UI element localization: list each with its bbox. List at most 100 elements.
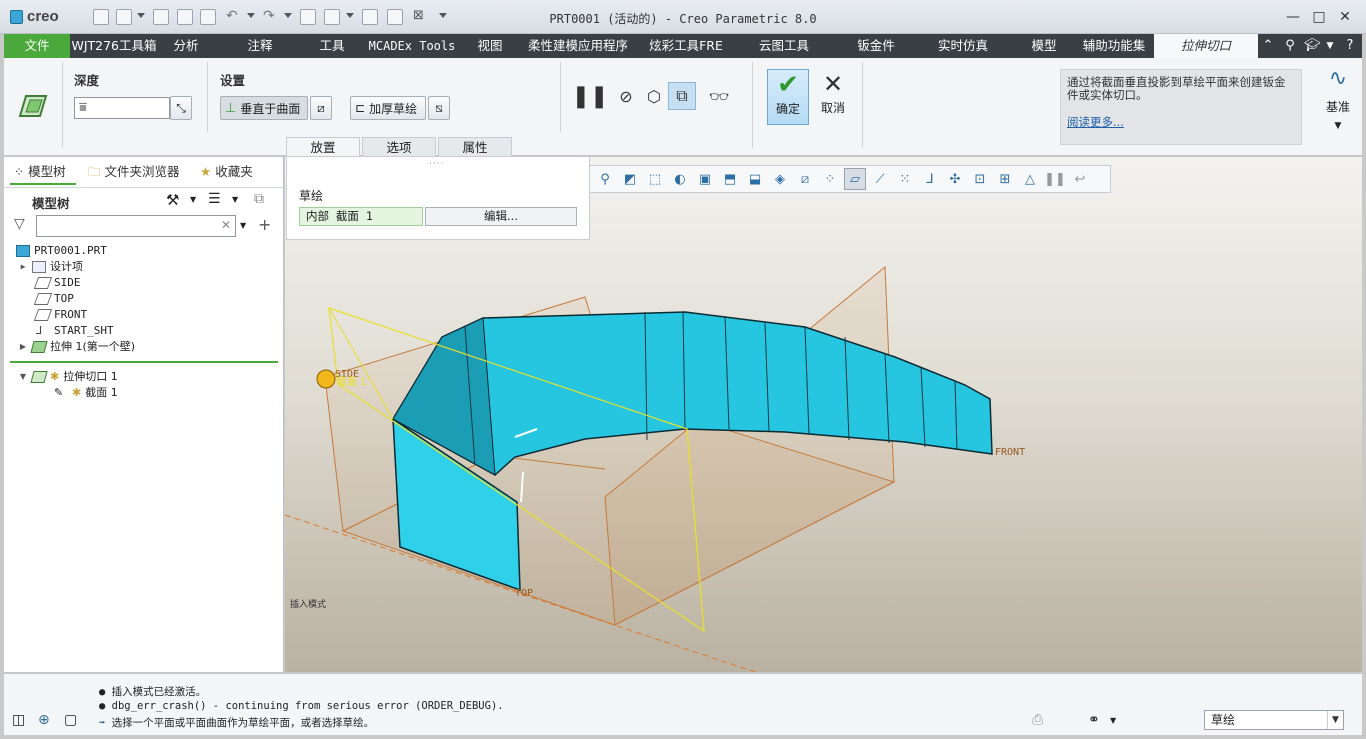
tab-flexible-modeling[interactable]: 柔性建模应用程序 — [522, 34, 634, 58]
tree-item-front[interactable]: FRONT — [33, 307, 87, 323]
expand-icon[interactable]: ▶ — [18, 339, 28, 355]
tree-item-part[interactable]: PRT0001.PRT — [16, 243, 107, 259]
named-views-icon[interactable]: ⬒ — [719, 168, 741, 190]
tree-item-section-1[interactable]: ✎ ✱ 截面 1 — [54, 385, 118, 401]
browser-icon[interactable]: ⊕ — [38, 712, 50, 728]
hat-dropdown-icon[interactable]: ▼ — [1322, 38, 1338, 54]
annotation-display-icon[interactable]: ⊡ — [969, 168, 991, 190]
subtab-placement[interactable]: 放置 — [286, 137, 360, 156]
tab-cloud-tools[interactable]: 云图工具 — [754, 34, 814, 58]
settings-hammer-icon[interactable]: ⚒ — [166, 191, 179, 209]
tab-model[interactable]: 模型 — [1024, 34, 1064, 58]
perspective-icon[interactable]: ▣ — [694, 168, 716, 190]
front-plane-label[interactable]: FRONT — [995, 447, 1025, 458]
find-binoculars-icon[interactable]: ⚭ — [1088, 712, 1100, 728]
depth-type-icon[interactable]: ⩸ — [79, 100, 87, 115]
saved-orientations-icon[interactable]: ⬚ — [644, 168, 666, 190]
warning-icon[interactable]: △ — [1019, 168, 1041, 190]
datum-display-icon[interactable]: ⁘ — [819, 168, 841, 190]
tab-file[interactable]: 文件 — [4, 34, 70, 58]
tree-item-start-csys[interactable]: ⅃ START_SHT — [36, 323, 114, 339]
tab-accessibility[interactable]: 辅助功能集 — [1076, 34, 1152, 58]
axis-display-icon[interactable]: ⟋ — [869, 168, 891, 190]
tree-item-top[interactable]: TOP — [33, 291, 74, 307]
tab-analysis[interactable]: 分析 — [164, 34, 208, 58]
search-icon[interactable]: ⚲ — [1282, 38, 1298, 54]
thicken-sketch-button[interactable]: ⊏ 加厚草绘 — [350, 96, 426, 120]
tab-tools[interactable]: 工具 — [310, 34, 354, 58]
tab-colorful-tools[interactable]: 炫彩工具FRE — [644, 34, 728, 58]
point-display-icon[interactable]: ⁙ — [894, 168, 916, 190]
pause-icon[interactable]: ❚❚ — [572, 84, 609, 109]
tree-item-extrude-cut-1[interactable]: ▼ ✱ 拉伸切口 1 — [18, 369, 118, 385]
section-label[interactable]: 截面 1 — [337, 373, 367, 388]
tab-wjt276[interactable]: WJT276工具箱 — [70, 34, 158, 58]
panel-grip[interactable]: ···· — [429, 159, 444, 169]
display-style-icon[interactable]: ◐ — [669, 168, 691, 190]
edit-sketch-button[interactable]: 编辑... — [425, 207, 577, 226]
thicken-flip-button[interactable]: ⧅ — [428, 96, 450, 120]
plane-display-icon[interactable]: ▱ — [844, 168, 866, 190]
subtab-options[interactable]: 选项 — [362, 137, 436, 156]
tab-view[interactable]: 视图 — [468, 34, 512, 58]
tab-mcadex[interactable]: MCADEx Tools — [366, 34, 458, 58]
tree-item-side[interactable]: SIDE — [33, 275, 81, 291]
toggle-navigator-icon[interactable]: ◫ — [12, 712, 25, 728]
datum-button[interactable]: ∿ 基准 ▼ — [1320, 66, 1356, 131]
clear-search-icon[interactable]: ✕ — [221, 218, 231, 232]
read-more-link[interactable]: 阅读更多... — [1067, 116, 1295, 129]
tree-filter-icon[interactable]: ⧉ — [254, 191, 264, 207]
insert-indicator[interactable] — [10, 361, 278, 363]
refit-icon[interactable]: ◩ — [619, 168, 641, 190]
tab-extrude-cut[interactable]: 拉伸切口 — [1154, 34, 1258, 58]
close-icon[interactable]: ✕ — [1335, 8, 1355, 26]
chevron-down-icon[interactable]: ▼ — [1327, 711, 1343, 729]
tree-item-extrude-1[interactable]: ▶ 拉伸 1(第一个壁) — [18, 339, 135, 355]
spin-center-icon[interactable]: ✣ — [944, 168, 966, 190]
verify-glasses-icon[interactable]: 👓︎ — [704, 84, 734, 108]
maximize-icon[interactable]: □ — [1309, 8, 1329, 26]
help-icon[interactable]: ? — [1342, 38, 1358, 54]
tree-search-input[interactable]: ✕ — [36, 215, 236, 237]
tree-item-design-items[interactable]: ▶ 设计项 — [18, 259, 83, 275]
show-list-icon[interactable]: ☰ — [208, 191, 221, 207]
minimize-icon[interactable]: — — [1283, 8, 1303, 26]
hat-icon[interactable]: 🎓︎ — [1304, 38, 1321, 54]
find-dropdown-icon[interactable]: ▼ — [1110, 716, 1116, 725]
subtab-properties[interactable]: 属性 — [438, 137, 512, 156]
add-filter-icon[interactable]: + — [258, 215, 271, 234]
fullscreen-icon[interactable]: ▢ — [64, 712, 77, 728]
view-manager-icon[interactable]: ⬓ — [744, 168, 766, 190]
tab-folder-browser[interactable]: 🗀︎ 文件夹浏览器 — [88, 161, 180, 183]
perpendicular-to-surface-button[interactable]: ⊥ 垂直于曲面 — [220, 96, 308, 120]
regen-status-icon[interactable]: ⎙ — [1032, 712, 1043, 728]
sketch-view-icon[interactable]: ⊞ — [994, 168, 1016, 190]
redraw-icon[interactable]: ↩ — [1069, 168, 1091, 190]
section-view-icon[interactable]: ⧄ — [794, 168, 816, 190]
tab-favorites[interactable]: ★ 收藏夹 — [200, 161, 253, 183]
depth-value-field[interactable]: ⩸ — [74, 97, 170, 119]
pause-regen-icon[interactable]: ❚❚ — [1044, 168, 1066, 190]
ok-button[interactable]: ✔ 确定 — [767, 69, 809, 125]
tab-realtime-sim[interactable]: 实时仿真 — [932, 34, 994, 58]
flip-depth-button[interactable]: ⤡ — [170, 96, 192, 120]
perpendicular-option-button[interactable]: ⧄ — [310, 96, 332, 120]
collapse-ribbon-icon[interactable]: ⌃ — [1260, 38, 1276, 54]
tab-annotate[interactable]: 注释 — [238, 34, 282, 58]
search-dropdown-icon[interactable]: ▼ — [240, 221, 246, 230]
no-preview-icon[interactable]: ⊘ — [614, 84, 638, 108]
top-plane-label[interactable]: TOP — [515, 588, 533, 599]
cancel-button[interactable]: ✕ 取消 — [812, 69, 854, 125]
csys-display-icon[interactable]: ⅃ — [919, 168, 941, 190]
zoom-out-icon[interactable]: ⚲ — [594, 168, 616, 190]
collapse-icon[interactable]: ▼ — [18, 369, 28, 385]
sketch-collector[interactable]: 内部 截面 1 — [299, 207, 423, 226]
tab-model-tree[interactable]: ⁘ 模型树 — [14, 161, 66, 183]
selection-filter-select[interactable]: 草绘 ▼ — [1204, 710, 1344, 730]
show-dropdown-icon[interactable]: ▼ — [232, 195, 238, 204]
expand-icon[interactable]: ▶ — [18, 259, 28, 275]
appearance-icon[interactable]: ◈ — [769, 168, 791, 190]
feature-preview-icon[interactable]: ⧉ — [668, 82, 696, 110]
section-marker-icon[interactable] — [316, 369, 336, 389]
tab-sheetmetal[interactable]: 钣金件 — [848, 34, 904, 58]
